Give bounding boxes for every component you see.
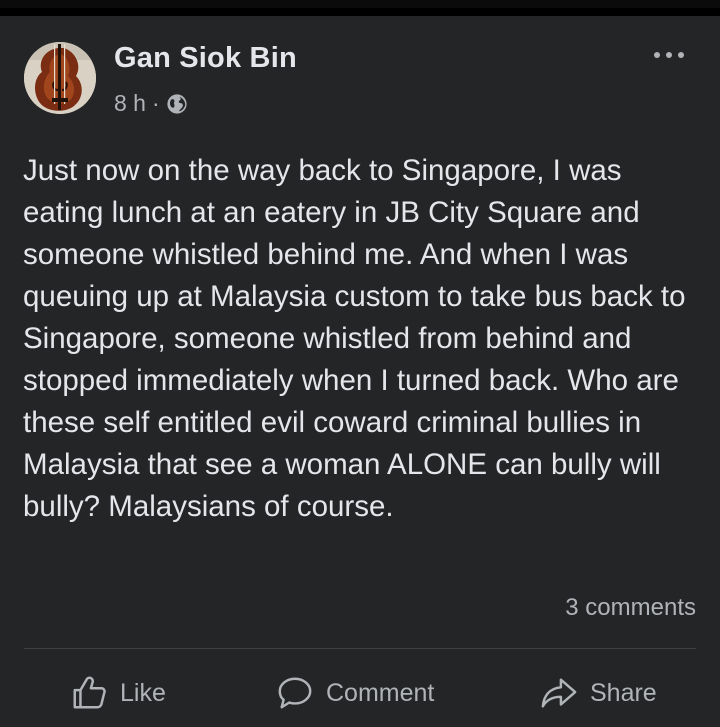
share-button[interactable]: Share (540, 668, 657, 718)
globe-icon[interactable] (166, 93, 188, 115)
more-dot (666, 52, 672, 58)
comment-bubble-icon (278, 677, 312, 709)
like-label: Like (120, 678, 166, 707)
comment-button[interactable]: Comment (276, 668, 434, 718)
more-dot (654, 52, 660, 58)
like-button[interactable]: Like (70, 668, 166, 718)
post-timestamp[interactable]: 8 h (114, 90, 146, 117)
divider (24, 648, 696, 649)
comment-label: Comment (326, 678, 435, 707)
post-meta: 8 h · (114, 88, 188, 118)
avatar[interactable] (24, 42, 96, 114)
post-card: Gan Siok Bin 8 h · Just now on the way b… (0, 16, 720, 727)
author-name[interactable]: Gan Siok Bin (114, 42, 297, 75)
more-options-icon[interactable] (654, 48, 684, 62)
top-bar (0, 0, 720, 8)
share-label: Share (590, 678, 657, 707)
violin-avatar-image (24, 42, 96, 114)
share-arrow-icon (541, 678, 577, 708)
meta-separator: · (151, 89, 160, 116)
more-dot (678, 52, 684, 58)
post-text: Just now on the way back to Singapore, I… (23, 154, 686, 523)
thumbs-up-icon (73, 676, 106, 709)
comments-count[interactable]: 3 comments (565, 594, 696, 622)
